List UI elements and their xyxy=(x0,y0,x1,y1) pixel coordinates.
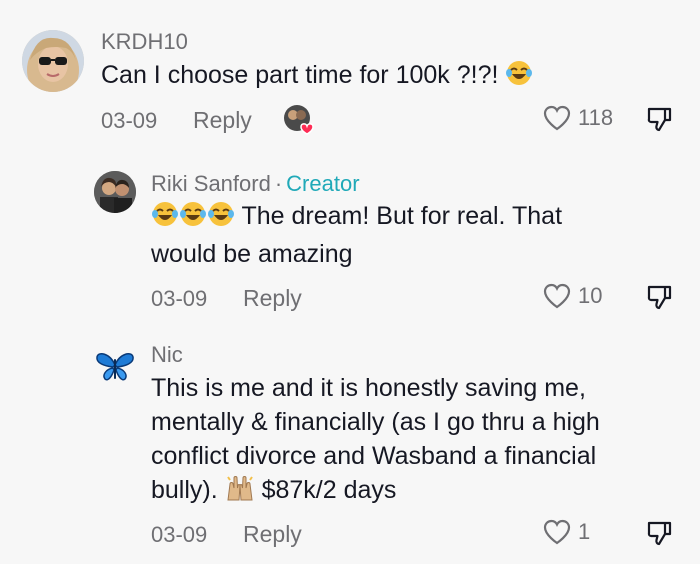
raising-hands-emoji-icon xyxy=(225,474,255,511)
comment-thread: KRDH10 Can I choose part time for 100k ?… xyxy=(0,0,700,564)
thumbs-down-icon xyxy=(647,107,672,132)
comment-riki-sanford: Riki Sanford · Creator The dream! But for … xyxy=(0,150,700,325)
comment-username[interactable]: KRDH10 xyxy=(101,29,188,55)
like-count: 118 xyxy=(578,105,614,130)
like-count: 10 xyxy=(578,283,603,308)
comment-text-line: This is me and it is honestly saving me, xyxy=(151,374,586,402)
comment-text-content: Can I choose part time for 100k ?!?! xyxy=(101,61,499,89)
comment-text-line: conflict divorce and Wasband a financial xyxy=(151,442,597,470)
comment-text-line: would be amazing xyxy=(151,240,353,268)
laughing-tears-emoji-icon xyxy=(505,59,533,96)
comment-text: The dream! But for real. That would be a… xyxy=(151,199,562,271)
comment-text-tail: $87k/2 days xyxy=(261,476,397,504)
reply-button[interactable]: Reply xyxy=(243,285,302,312)
comment-text-line: The dream! But for real. That xyxy=(151,199,562,237)
like-button[interactable]: 1 xyxy=(542,518,590,546)
thumbs-down-icon xyxy=(647,285,672,310)
comment-text-line: mentally & financially (as I go thru a h… xyxy=(151,408,600,436)
comment-nic: Nic This is me and it is honestly saving… xyxy=(0,325,700,564)
comment-text-content: The dream! But for real. That xyxy=(241,202,563,230)
heart-icon xyxy=(543,519,571,545)
like-button[interactable]: 10 xyxy=(542,282,602,310)
comment-text: Can I choose part time for 100k ?!?! xyxy=(101,58,533,96)
comment-text-line: bully). $87k/2 days xyxy=(151,473,600,511)
dislike-button[interactable] xyxy=(645,519,673,547)
creator-liked-icon xyxy=(284,105,314,135)
dislike-button[interactable] xyxy=(645,283,673,311)
comment-username: Riki Sanford · Creator xyxy=(151,171,360,197)
blue-butterfly-avatar-icon xyxy=(94,345,136,387)
comment-date: 03-09 xyxy=(101,108,158,133)
avatar[interactable] xyxy=(22,30,84,92)
like-count: 1 xyxy=(578,519,591,544)
avatar[interactable] xyxy=(94,171,136,213)
comment-text: This is me and it is honestly saving me,… xyxy=(151,371,600,511)
laughing-tears-emoji-icon xyxy=(207,200,235,237)
woman-sunglasses-avatar-icon xyxy=(22,30,84,92)
comment-username[interactable]: Nic xyxy=(151,342,183,368)
separator-dot: · xyxy=(274,171,283,196)
comment-krdh10: KRDH10 Can I choose part time for 100k ?… xyxy=(0,0,700,150)
creator-liked-avatar xyxy=(282,103,316,137)
laughing-tears-emoji-icon xyxy=(179,200,207,237)
like-button[interactable]: 118 xyxy=(542,104,613,132)
reply-button[interactable]: Reply xyxy=(193,107,252,134)
heart-icon xyxy=(543,283,571,309)
avatar[interactable] xyxy=(94,345,136,387)
comment-date: 03-09 xyxy=(151,286,208,311)
creator-badge: Creator xyxy=(286,171,360,196)
comment-date: 03-09 xyxy=(151,522,208,547)
dislike-button[interactable] xyxy=(645,105,673,133)
thumbs-down-icon xyxy=(647,521,672,546)
reply-button[interactable]: Reply xyxy=(243,521,302,548)
couple-photo-avatar-icon xyxy=(94,171,136,213)
username-text[interactable]: Riki Sanford xyxy=(151,171,271,196)
comment-text-content: bully). xyxy=(151,476,218,504)
laughing-tears-emoji-icon xyxy=(151,200,179,237)
heart-icon xyxy=(543,105,571,131)
